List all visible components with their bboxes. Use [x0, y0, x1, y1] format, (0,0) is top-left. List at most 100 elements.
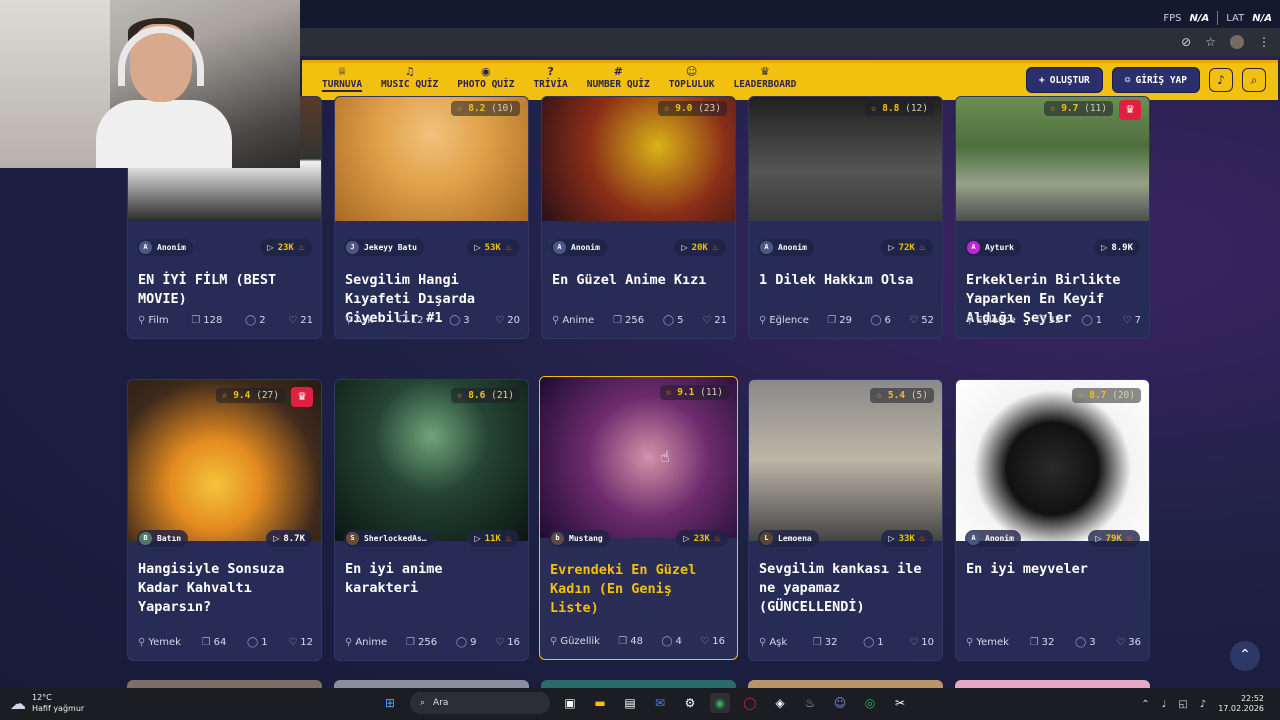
star-icon[interactable]: ☆: [1205, 35, 1216, 49]
play-icon: ▷: [1101, 243, 1108, 252]
category[interactable]: ⚲ Anime: [345, 637, 387, 648]
microphone-icon[interactable]: ♩: [1162, 699, 1167, 710]
opera-icon[interactable]: ◯: [740, 693, 760, 713]
quiz-card[interactable]: ☆ 9.0 (23) A Anonim ▷ 20K ♨ En Güzel Anime …: [541, 96, 736, 339]
item-count-value: 64: [213, 637, 227, 648]
category-label: Güzellik: [560, 636, 600, 647]
like-count[interactable]: ♡ 20: [495, 315, 520, 326]
card-author[interactable]: B Batın: [137, 530, 189, 547]
item-count-value: 12: [410, 315, 424, 326]
category[interactable]: ⚲ Güzellik: [550, 636, 600, 647]
card-author[interactable]: A Anonim: [758, 239, 814, 256]
card-author[interactable]: A Anonim: [137, 239, 193, 256]
settings-icon[interactable]: ⚙: [680, 693, 700, 713]
like-count[interactable]: ♡ 21: [702, 315, 727, 326]
card-title[interactable]: EN İYİ FİLM (BEST MOVIE): [138, 271, 313, 309]
scroll-to-top-button[interactable]: ⌃: [1230, 641, 1260, 671]
quiz-card[interactable]: ☆ 9.4 (27) ♛ B Batın ▷ 8.7K Hangisiyle Son…: [127, 379, 322, 661]
store-icon[interactable]: ▤: [620, 693, 640, 713]
like-count[interactable]: ♡ 16: [495, 637, 520, 648]
like-count[interactable]: ♡ 16: [700, 636, 725, 647]
nav-item-turnuva[interactable]: ♕ TURNUVA: [322, 65, 363, 92]
card-author[interactable]: J Jekeyy Batu: [344, 239, 424, 256]
lat-label: LAT: [1226, 12, 1245, 24]
nav-item-photo-quiz[interactable]: ◉ PHOTO QUİZ: [457, 65, 514, 92]
quiz-card-partial[interactable]: [541, 680, 736, 688]
category[interactable]: ⚲ Aşk: [345, 315, 373, 326]
quiz-card-hovered[interactable]: ☆ 9.1 (11) b Mustang ▷ 23K ♨ Evrendeki En G…: [539, 376, 738, 660]
quiz-card-partial[interactable]: [955, 680, 1150, 688]
search-button[interactable]: ⌕: [1242, 68, 1266, 92]
volume-icon[interactable]: ♪: [1200, 699, 1206, 710]
clock[interactable]: 22:52 17.02.2026: [1218, 694, 1264, 714]
like-count[interactable]: ♡ 7: [1123, 315, 1141, 326]
quiz-card[interactable]: ☆ 8.2 (10) J Jekeyy Batu ▷ 53K ♨ Sevgilim H…: [334, 96, 529, 339]
game-app-icon[interactable]: ◈: [770, 693, 790, 713]
category-label: Aşk: [769, 637, 788, 648]
capcut-icon[interactable]: ✂: [890, 693, 910, 713]
category[interactable]: ⚲ Anime: [552, 315, 594, 326]
nav-item-number-quiz[interactable]: # NUMBER QUİZ: [587, 65, 650, 92]
like-count[interactable]: ♡ 52: [909, 315, 934, 326]
comment-count-value: 2: [259, 315, 266, 326]
windows-start-icon[interactable]: ⊞: [380, 693, 400, 713]
eye-slash-icon[interactable]: ⊘: [1181, 35, 1191, 49]
quiz-card[interactable]: ☆ 8.8 (12) A Anonim ▷ 72K ♨ 1 Dilek Hakkım …: [748, 96, 943, 339]
notification-button[interactable]: ♪: [1209, 68, 1233, 92]
card-title[interactable]: Hangisiyle Sonsuza Kadar Kahvaltı Yapars…: [138, 560, 313, 617]
quiz-card-partial[interactable]: [748, 680, 943, 688]
category[interactable]: ⚲ Eğlence: [966, 315, 1016, 326]
card-author[interactable]: A Anonim: [965, 530, 1021, 547]
card-author[interactable]: A Anonim: [551, 239, 607, 256]
like-count[interactable]: ♡ 12: [288, 637, 313, 648]
category[interactable]: ⚲ Aşk: [759, 637, 787, 648]
users-icon: ☺: [685, 65, 698, 78]
card-author[interactable]: L Lemoena: [758, 530, 819, 547]
quiz-card[interactable]: ☆ 8.7 (20) A Anonim ▷ 79K ♨ En iyi meyveler…: [955, 379, 1150, 661]
card-author[interactable]: b Mustang: [549, 530, 610, 547]
card-title[interactable]: Evrendeki En Güzel Kadın (En Geniş Liste…: [550, 561, 725, 618]
quiz-card[interactable]: ☆ 8.6 (21) S SherlockedAs… ▷ 11K ♨ En iyi a…: [334, 379, 529, 661]
profile-avatar[interactable]: [1230, 35, 1244, 49]
category-label: Film: [148, 315, 169, 326]
category[interactable]: ⚲ Yemek: [966, 637, 1009, 648]
spotify-icon[interactable]: ◎: [860, 693, 880, 713]
nav-item-leaderboard[interactable]: ♛ LEADERBOARD: [733, 65, 796, 92]
card-title[interactable]: En Güzel Anime Kızı: [552, 271, 727, 290]
heart-icon: ♡: [700, 636, 710, 647]
mail-icon[interactable]: ✉: [650, 693, 670, 713]
chrome-icon[interactable]: ◉: [710, 693, 730, 713]
quiz-card[interactable]: ☆ 9.7 (11) ♛ A Ayturk ▷ 8.9K Erkeklerin Bi…: [955, 96, 1150, 339]
file-explorer-icon[interactable]: ▬: [590, 693, 610, 713]
like-count[interactable]: ♡ 36: [1116, 637, 1141, 648]
card-meta: ⚲ Eğlence ❐ 29 ◯ 6 ♡ 52: [759, 315, 934, 326]
quiz-card-partial[interactable]: [127, 680, 322, 688]
card-author[interactable]: A Ayturk: [965, 239, 1021, 256]
nav-item-trivia[interactable]: ? TRİVİA: [533, 65, 567, 92]
steam-icon[interactable]: ♨: [800, 693, 820, 713]
card-title[interactable]: Sevgilim kankası ile ne yapamaz (GÜNCELL…: [759, 560, 934, 617]
like-count[interactable]: ♡ 10: [909, 637, 934, 648]
taskbar-search[interactable]: ⌕ Ara: [410, 692, 550, 714]
category[interactable]: ⚲ Yemek: [138, 637, 181, 648]
card-author[interactable]: S SherlockedAs…: [344, 530, 434, 547]
quiz-card[interactable]: ☆ 5.4 (5) L Lemoena ▷ 33K ♨ Sevgilim kankas…: [748, 379, 943, 661]
nav-item-music-quiz[interactable]: ♫ MUSIC QUİZ: [381, 65, 438, 92]
card-title[interactable]: 1 Dilek Hakkım Olsa: [759, 271, 934, 290]
login-button[interactable]: ☺ GİRİŞ YAP: [1111, 67, 1200, 93]
create-button[interactable]: + OLUŞTUR: [1026, 67, 1103, 93]
like-count[interactable]: ♡ 21: [288, 315, 313, 326]
chevron-up-icon[interactable]: ⌃: [1141, 699, 1149, 710]
category[interactable]: ⚲ Eğlence: [759, 315, 809, 326]
kebab-menu-icon[interactable]: ⋮: [1258, 35, 1270, 49]
weather-widget[interactable]: ☁ 12°C Hafif yağmur: [10, 692, 84, 714]
nav-item-topluluk[interactable]: ☺ TOPLULUK: [669, 65, 715, 92]
card-title[interactable]: En iyi meyveler: [966, 560, 1141, 579]
card-title[interactable]: En iyi anime karakteri: [345, 560, 520, 598]
task-view-icon[interactable]: ▣: [560, 693, 580, 713]
discord-icon[interactable]: ☺: [830, 693, 850, 713]
category[interactable]: ⚲ Film: [138, 315, 169, 326]
quiz-card-partial[interactable]: [334, 680, 529, 688]
network-icon[interactable]: ◱: [1178, 699, 1187, 710]
rating-count: (21): [491, 390, 514, 401]
